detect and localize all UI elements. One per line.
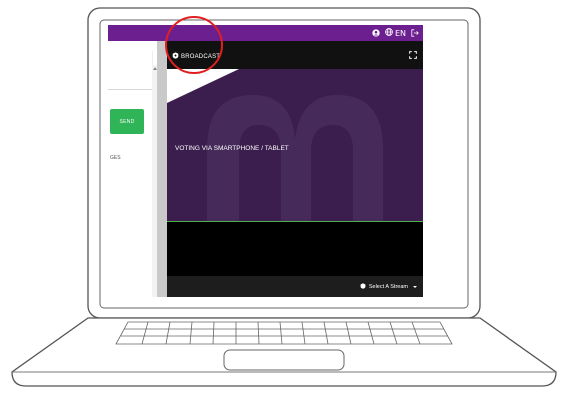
language-code: EN: [394, 28, 406, 38]
stream-icon: [360, 283, 366, 291]
messages-label: GES: [110, 155, 121, 161]
logout-icon[interactable]: [411, 29, 419, 37]
user-icon[interactable]: [372, 29, 380, 37]
progress-line: [167, 221, 423, 222]
stream-select-label: Select A Stream: [368, 284, 408, 290]
chevron-down-icon: [413, 286, 417, 288]
fullscreen-icon[interactable]: [409, 51, 417, 59]
broadcast-title: BROADCAST: [181, 53, 221, 60]
chat-pane: SEND GES: [108, 41, 157, 297]
trackpad: [223, 349, 345, 371]
send-button[interactable]: SEND: [110, 109, 144, 134]
broadcast-icon: [172, 52, 179, 61]
presentation-slide: VOTING VIA SMARTPHONE / TABLET: [167, 69, 423, 221]
language-selector[interactable]: EN: [385, 28, 406, 38]
top-bar: EN: [108, 25, 423, 41]
broadcast-footer: Select A Stream: [167, 276, 423, 297]
globe-icon: [385, 28, 393, 38]
broadcast-header: BROADCAST: [167, 41, 423, 69]
stream-selector[interactable]: Select A Stream: [360, 283, 417, 291]
message-input[interactable]: [108, 51, 153, 90]
broadcast-panel: BROADCAST VOTING VIA SMARTPHONE / TABLET…: [167, 41, 423, 297]
broadcast-tab[interactable]: BROADCAST: [172, 52, 220, 61]
pane-divider[interactable]: [157, 41, 167, 297]
screen: EN SEND GES BROADCAST VOTING VIA SMARTPH…: [108, 25, 423, 297]
slide-text: VOTING VIA SMARTPHONE / TABLET: [175, 145, 289, 152]
